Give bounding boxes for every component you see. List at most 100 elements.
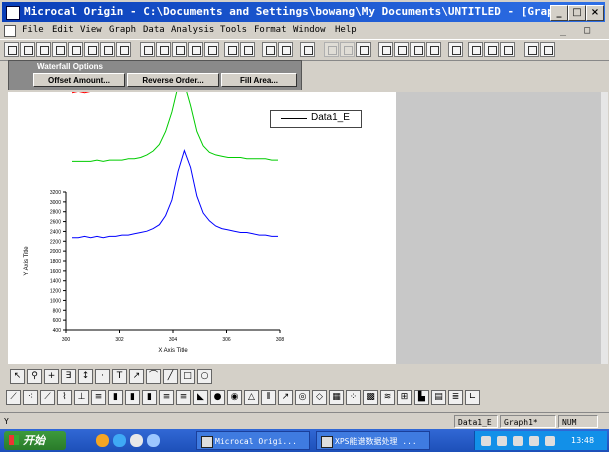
tray-icon-4[interactable]: [529, 436, 539, 446]
new-layout-icon[interactable]: [84, 42, 99, 57]
open-template-icon[interactable]: [140, 42, 155, 57]
horizontal-step-icon[interactable]: ≡: [91, 390, 106, 405]
tray-icon-1[interactable]: [481, 436, 491, 446]
screen-reader-icon[interactable]: +: [44, 369, 59, 384]
menu-format[interactable]: Format: [254, 22, 287, 39]
import-ascii-icon[interactable]: [224, 42, 239, 57]
zoom-icon[interactable]: [410, 42, 425, 57]
menu-file[interactable]: File: [22, 22, 44, 39]
refresh-icon[interactable]: [262, 42, 277, 57]
document-icon[interactable]: [4, 25, 16, 37]
curved-arrow-tool-icon[interactable]: ⌒: [146, 369, 161, 384]
copy-icon[interactable]: [340, 42, 355, 57]
zoom-tool-icon[interactable]: ⚲: [27, 369, 42, 384]
line-symbol-plot-icon[interactable]: ⟋: [40, 390, 55, 405]
3d-scatter-icon[interactable]: ⁘: [346, 390, 361, 405]
offset-amount-button[interactable]: Offset Amount...: [33, 73, 125, 87]
results-log-icon[interactable]: [300, 42, 315, 57]
polar-plot-icon[interactable]: ◉: [227, 390, 242, 405]
new-worksheet-icon[interactable]: [20, 42, 35, 57]
rectangle-tool-icon[interactable]: □: [180, 369, 195, 384]
menu-window[interactable]: Window: [293, 22, 326, 39]
taskbar-item-document[interactable]: XPS能谱数据处理 ...: [316, 431, 430, 450]
new-legend-icon[interactable]: [468, 42, 483, 57]
menu-data[interactable]: Data: [143, 22, 165, 39]
close-button[interactable]: ×: [586, 5, 604, 21]
menu-help[interactable]: Help: [335, 22, 357, 39]
duplicate-icon[interactable]: [278, 42, 293, 57]
histogram-icon[interactable]: ▙: [414, 390, 429, 405]
column-plot-icon[interactable]: ▮: [108, 390, 123, 405]
line-tool-icon[interactable]: ╱: [163, 369, 178, 384]
line-plot-icon[interactable]: ⟋: [6, 390, 21, 405]
text-tool-icon[interactable]: T: [112, 369, 127, 384]
bar-plot-icon[interactable]: ≡: [159, 390, 174, 405]
cut-icon[interactable]: [324, 42, 339, 57]
waterfall-chart[interactable]: 3200 3000 2800 2600 2400 2200 2000 1800 1600 1400…: [8, 92, 396, 364]
taskbar-item-origin[interactable]: Microcal Origi...: [196, 431, 310, 450]
new-matrix-icon[interactable]: [52, 42, 67, 57]
start-button[interactable]: 开始: [4, 431, 66, 450]
timestamp-icon[interactable]: [484, 42, 499, 57]
vertical-scrollbar[interactable]: [601, 92, 608, 364]
menu-edit[interactable]: Edit: [52, 22, 74, 39]
layer-properties-icon[interactable]: [448, 42, 463, 57]
new-excel-icon[interactable]: [100, 42, 115, 57]
arrow-tool-icon[interactable]: ↗: [129, 369, 144, 384]
print-icon[interactable]: [240, 42, 255, 57]
box-chart-icon[interactable]: ⊞: [397, 390, 412, 405]
data-reader-icon[interactable]: ∃: [61, 369, 76, 384]
new-function-icon[interactable]: [68, 42, 83, 57]
tray-icon-5[interactable]: [545, 436, 555, 446]
paste-icon[interactable]: [356, 42, 371, 57]
3d-bars-icon[interactable]: ▦: [329, 390, 344, 405]
waterfall-plot-icon[interactable]: ≋: [380, 390, 395, 405]
save-window-icon[interactable]: [204, 42, 219, 57]
template-library-icon[interactable]: ▤: [431, 390, 446, 405]
menu-analysis[interactable]: Analysis: [171, 22, 214, 39]
code-builder-icon[interactable]: [426, 42, 441, 57]
pie-chart-icon[interactable]: ●: [210, 390, 225, 405]
tray-icon-3[interactable]: [513, 436, 523, 446]
circle-tool-icon[interactable]: ○: [197, 369, 212, 384]
contour-plot-icon[interactable]: ◎: [295, 390, 310, 405]
save-project-icon[interactable]: [172, 42, 187, 57]
pointer-tool-icon[interactable]: ↖: [10, 369, 25, 384]
xy-plot-icon[interactable]: ∟: [465, 390, 480, 405]
float-column-icon[interactable]: ▮: [142, 390, 157, 405]
quicklaunch-icon-2[interactable]: [113, 434, 126, 447]
error-bar-plot-icon[interactable]: ⊥: [74, 390, 89, 405]
area-plot-icon[interactable]: ◣: [193, 390, 208, 405]
tray-icon-2[interactable]: [497, 436, 507, 446]
menu-graph[interactable]: Graph: [109, 22, 136, 39]
new-graph-icon[interactable]: [36, 42, 51, 57]
stack-lines-icon[interactable]: ≣: [448, 390, 463, 405]
quicklaunch-icon-1[interactable]: [96, 434, 109, 447]
legend-box[interactable]: Data1_E: [270, 110, 362, 128]
new-project-icon[interactable]: [4, 42, 19, 57]
maximize-button[interactable]: □: [568, 5, 586, 21]
fill-area-button[interactable]: Fill Area...: [221, 73, 297, 87]
menu-tools[interactable]: Tools: [220, 22, 247, 39]
quicklaunch-icon-3[interactable]: [130, 434, 143, 447]
quicklaunch-icon-4[interactable]: [147, 434, 160, 447]
special-line-plot-icon[interactable]: ⌇: [57, 390, 72, 405]
reverse-order-button[interactable]: Reverse Order...: [127, 73, 219, 87]
menu-view[interactable]: View: [80, 22, 102, 39]
data-selector-icon[interactable]: ↕: [78, 369, 93, 384]
layer-icon[interactable]: [524, 42, 539, 57]
vector-plot-icon[interactable]: ↗: [278, 390, 293, 405]
clock-icon[interactable]: [540, 42, 555, 57]
image-plot-icon[interactable]: ▩: [363, 390, 378, 405]
double-y-icon[interactable]: ⫴: [261, 390, 276, 405]
scatter-plot-icon[interactable]: ⁖: [23, 390, 38, 405]
title-bar[interactable]: Microcal Origin - C:\Documents and Setti…: [2, 2, 605, 22]
add-layer-icon[interactable]: [378, 42, 393, 57]
draw-data-icon[interactable]: ·: [95, 369, 110, 384]
stack-column-icon[interactable]: ▮: [125, 390, 140, 405]
stack-bar-icon[interactable]: ≡: [176, 390, 191, 405]
open-icon[interactable]: [116, 42, 131, 57]
save-template-icon[interactable]: [188, 42, 203, 57]
rescale-icon[interactable]: [394, 42, 409, 57]
3d-surface-icon[interactable]: ◇: [312, 390, 327, 405]
